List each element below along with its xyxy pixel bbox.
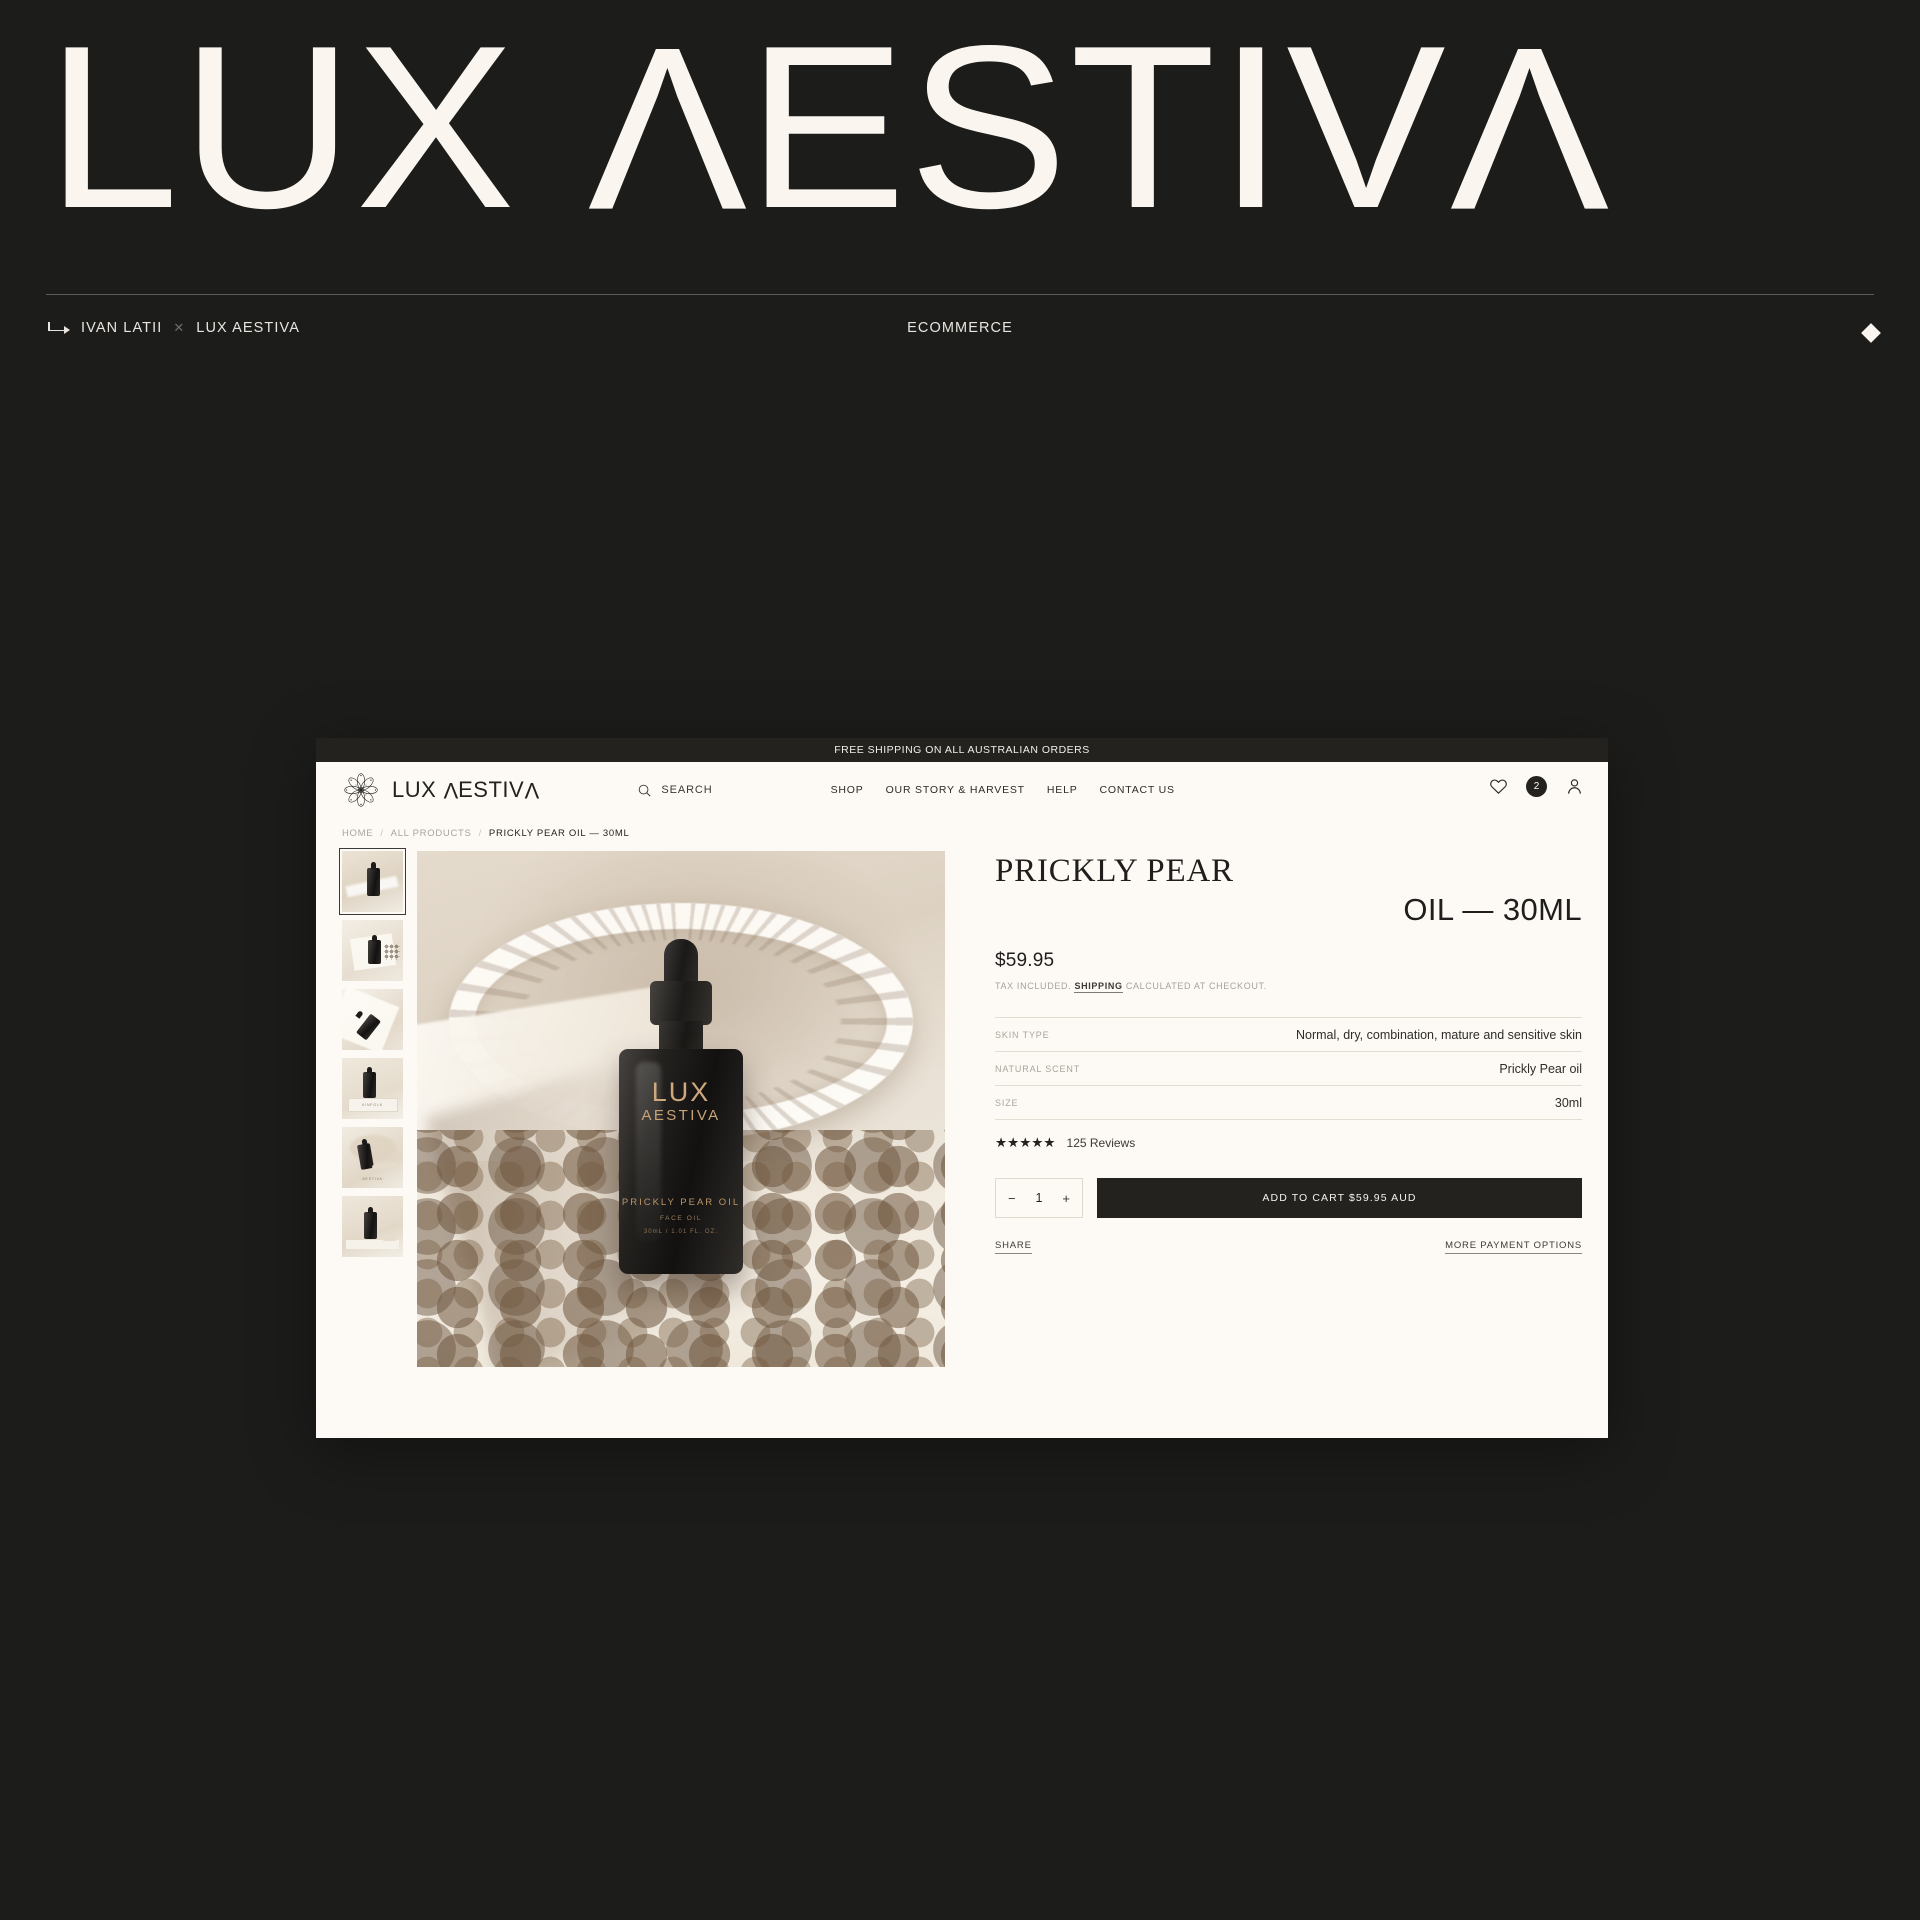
spec-value: Normal, dry, combination, mature and sen… — [1296, 1028, 1582, 1042]
hero-title-part1: LUX — [46, 0, 586, 257]
cart-badge-icon[interactable]: 2 — [1526, 776, 1547, 797]
product-footer-links: SHARE MORE PAYMENT OPTIONS — [995, 1240, 1582, 1254]
bottle-body: LUX AESTIVA PRICKLY PEAR OIL FACE OIL 30… — [619, 1048, 743, 1274]
header-actions: 2 — [1489, 776, 1584, 797]
spec-row-size: SIZE 30ml — [995, 1086, 1582, 1120]
gallery-thumbnail-1[interactable] — [339, 848, 406, 915]
breadcrumb-item-home[interactable]: HOME — [342, 828, 373, 839]
spec-value: Prickly Pear oil — [1499, 1062, 1582, 1076]
search-label: SEARCH — [661, 784, 713, 796]
spec-value: 30ml — [1554, 1096, 1582, 1110]
hero-divider — [46, 294, 1874, 295]
search-input[interactable]: SEARCH — [637, 783, 712, 798]
brand-lambda-a: V — [442, 778, 459, 803]
shipping-link[interactable]: SHIPPING — [1074, 981, 1123, 993]
breadcrumb-separator-2: / — [478, 828, 482, 839]
search-icon — [639, 784, 651, 796]
nav-item-shop[interactable]: SHOP — [831, 784, 864, 796]
announcement-bar: FREE SHIPPING ON ALL AUSTRALIAN ORDERS — [316, 738, 1608, 762]
bottle-label-brand: LUX — [651, 1076, 711, 1107]
spec-key: SIZE — [995, 1098, 1019, 1108]
product-info: PRICKLY PEAR OIL — 30ML $59.95 TAX INCLU… — [959, 851, 1582, 1367]
gallery-thumbnail-rail: KINFOLK AESTIVA — [339, 848, 406, 1367]
product-bottle: LUX AESTIVA PRICKLY PEAR OIL FACE OIL 30… — [617, 938, 745, 1309]
thumbnail-image — [342, 920, 403, 981]
breadcrumb-item-all-products[interactable]: ALL PRODUCTS — [391, 828, 472, 839]
gallery-thumbnail-2[interactable] — [342, 920, 403, 981]
breadcrumb-item-current: PRICKLY PEAR OIL — 30ML — [488, 828, 630, 839]
person-icon[interactable] — [1565, 777, 1584, 796]
page-title: LUX VESTIVV — [46, 0, 1920, 258]
product-price: $59.95 — [995, 950, 1055, 971]
heart-icon[interactable] — [1489, 777, 1508, 796]
spec-row-skin-type: SKIN TYPE Normal, dry, combination, matu… — [995, 1018, 1582, 1052]
tax-note-suffix: CALCULATED AT CHECKOUT. — [1125, 981, 1267, 991]
product-main-image[interactable]: LUX AESTIVA PRICKLY PEAR OIL FACE OIL 30… — [417, 851, 945, 1367]
star-rating-icon: ★★★★★ — [995, 1135, 1056, 1151]
hero-section: LUX VESTIVV — [0, 0, 1920, 300]
thumbnail-image — [342, 851, 403, 912]
quantity-decrement-button[interactable]: − — [1008, 1192, 1016, 1205]
nav-item-help[interactable]: HELP — [1047, 784, 1078, 796]
nav-item-our-story-harvest[interactable]: OUR STORY & HARVEST — [886, 784, 1025, 796]
meta-bar: IVAN LATII ✕ LUX AESTIVA ECOMMERCE — [0, 312, 1920, 352]
thumbnail-image: AESTIVA — [342, 1127, 403, 1188]
hero-title-part2: ESTIV — [746, 0, 1448, 257]
reviews-count: 125 Reviews — [1066, 1136, 1136, 1150]
brand-wordmark: LUX VESTIVV — [392, 777, 540, 803]
spec-key: NATURAL SCENT — [995, 1064, 1081, 1074]
spec-row-natural-scent: NATURAL SCENT Prickly Pear oil — [995, 1052, 1582, 1086]
share-link[interactable]: SHARE — [995, 1240, 1032, 1254]
product-title-serif: PRICKLY PEAR — [995, 853, 1234, 889]
hero-title-lambda-a2: V — [1447, 0, 1610, 258]
site-header: LUX VESTIVV SEARCH SHOP OUR STORY & HARV… — [316, 762, 1608, 818]
quantity-value: 1 — [1035, 1191, 1043, 1205]
thumbnail-image — [342, 1196, 403, 1257]
product-photo: LUX AESTIVA PRICKLY PEAR OIL FACE OIL 30… — [417, 851, 945, 1367]
tax-note-prefix: TAX INCLUDED. — [995, 981, 1072, 991]
dropper-cap — [664, 938, 698, 985]
gallery-thumbnail-4[interactable]: KINFOLK — [342, 1058, 403, 1119]
brand-lambda-a2: V — [524, 778, 540, 803]
thumbnail-image — [342, 989, 403, 1050]
main-nav: SHOP OUR STORY & HARVEST HELP CONTACT US — [831, 784, 1175, 796]
dropper-collar — [650, 980, 712, 1025]
bottle-label-product: PRICKLY PEAR OIL — [621, 1196, 741, 1208]
bottle-label-type: FACE OIL — [659, 1214, 703, 1222]
product-section: KINFOLK AESTIVA LUX AESTIVA PRICKLY PEAR… — [316, 848, 1608, 1367]
website-mockup-panel: FREE SHIPPING ON ALL AUSTRALIAN ORDERS L… — [316, 738, 1608, 1438]
breadcrumb-separator: / — [380, 828, 384, 839]
quantity-stepper[interactable]: − 1 + — [995, 1178, 1083, 1218]
product-rating[interactable]: ★★★★★ 125 Reviews — [995, 1136, 1582, 1150]
product-specs-table: SKIN TYPE Normal, dry, combination, matu… — [995, 1017, 1582, 1120]
quantity-increment-button[interactable]: + — [1062, 1192, 1070, 1205]
product-title-sans: OIL — 30ML — [1403, 892, 1582, 927]
gallery-thumbnail-5[interactable]: AESTIVA — [342, 1127, 403, 1188]
gallery-thumbnail-6[interactable] — [342, 1196, 403, 1257]
bottle-label-volume: 30mL / 1.01 FL. OZ. — [643, 1228, 719, 1235]
breadcrumb: HOME / ALL PRODUCTS / PRICKLY PEAR OIL —… — [316, 818, 1608, 849]
brand-logo[interactable]: LUX VESTIVV — [342, 771, 539, 809]
gallery-thumbnail-3[interactable] — [342, 989, 403, 1050]
hero-title-lambda-a: V — [585, 0, 747, 258]
thumbnail-image: KINFOLK — [342, 1058, 403, 1119]
thumbnail-caption: KINFOLK — [362, 1103, 383, 1107]
thumbnail-caption-2: AESTIVA — [362, 1177, 383, 1181]
add-to-cart-button[interactable]: ADD TO CART $59.95 AUD — [1097, 1178, 1582, 1218]
bottle-label-brand-2: AESTIVA — [641, 1106, 721, 1124]
spec-key: SKIN TYPE — [995, 1030, 1050, 1040]
mandala-flower-icon — [344, 773, 378, 807]
tax-shipping-note: TAX INCLUDED. SHIPPING CALCULATED AT CHE… — [995, 981, 1582, 993]
purchase-controls: − 1 + ADD TO CART $59.95 AUD — [995, 1178, 1582, 1218]
more-payment-options-link[interactable]: MORE PAYMENT OPTIONS — [1445, 1240, 1582, 1254]
nav-item-contact-us[interactable]: CONTACT US — [1100, 784, 1175, 796]
project-category: ECOMMERCE — [907, 320, 1013, 336]
